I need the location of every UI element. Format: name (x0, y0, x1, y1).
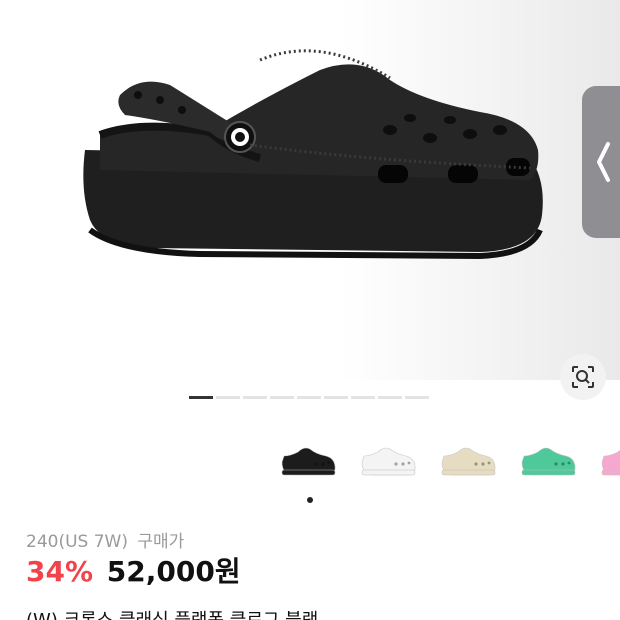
image-search-button[interactable] (560, 354, 606, 400)
discount-rate: 34% (26, 555, 94, 588)
product-detail-page: 240(US 7W) 구매가 34% 52,000원 (W) 크록스 클래식 플… (0, 0, 620, 620)
clog-icon (361, 447, 416, 476)
carousel-indicator-segment (297, 396, 321, 399)
clog-icon (281, 447, 336, 476)
carousel-indicator-segment (405, 396, 429, 399)
size-value: 240(US 7W) (26, 532, 128, 552)
price-row: 34% 52,000원 (26, 552, 241, 592)
carousel-indicator (189, 396, 429, 399)
clog-icon (521, 447, 576, 476)
size-price-label: 구매가 (137, 532, 185, 552)
clog-icon (601, 449, 620, 476)
chevron-left-icon[interactable] (593, 140, 613, 184)
mint-clog-thumbnail[interactable] (518, 440, 578, 482)
product-title: (W) 크록스 클래식 플랫폼 클로그 블랙 (26, 606, 318, 620)
carousel-indicator-segment (351, 396, 375, 399)
image-search-icon (572, 366, 594, 388)
carousel-indicator-segment (243, 396, 267, 399)
product-image (83, 49, 543, 260)
pink-clog-thumbnail[interactable] (598, 440, 620, 482)
carousel-indicator-segment (378, 396, 402, 399)
carousel-indicator-segment (324, 396, 348, 399)
white-clog-thumbnail[interactable] (358, 440, 418, 482)
bone-clog-thumbnail[interactable] (438, 440, 498, 482)
selected-thumbnail-dot (307, 497, 313, 503)
product-image-carousel[interactable] (0, 0, 620, 380)
carousel-indicator-segment (216, 396, 240, 399)
carousel-indicator-segment (189, 396, 213, 399)
clog-icon (441, 447, 496, 476)
size-info: 240(US 7W) 구매가 (26, 527, 184, 552)
color-option-list (278, 440, 620, 482)
carousel-indicator-segment (270, 396, 294, 399)
sale-price: 52,000원 (106, 555, 241, 588)
black-clog-thumbnail[interactable] (278, 440, 338, 482)
